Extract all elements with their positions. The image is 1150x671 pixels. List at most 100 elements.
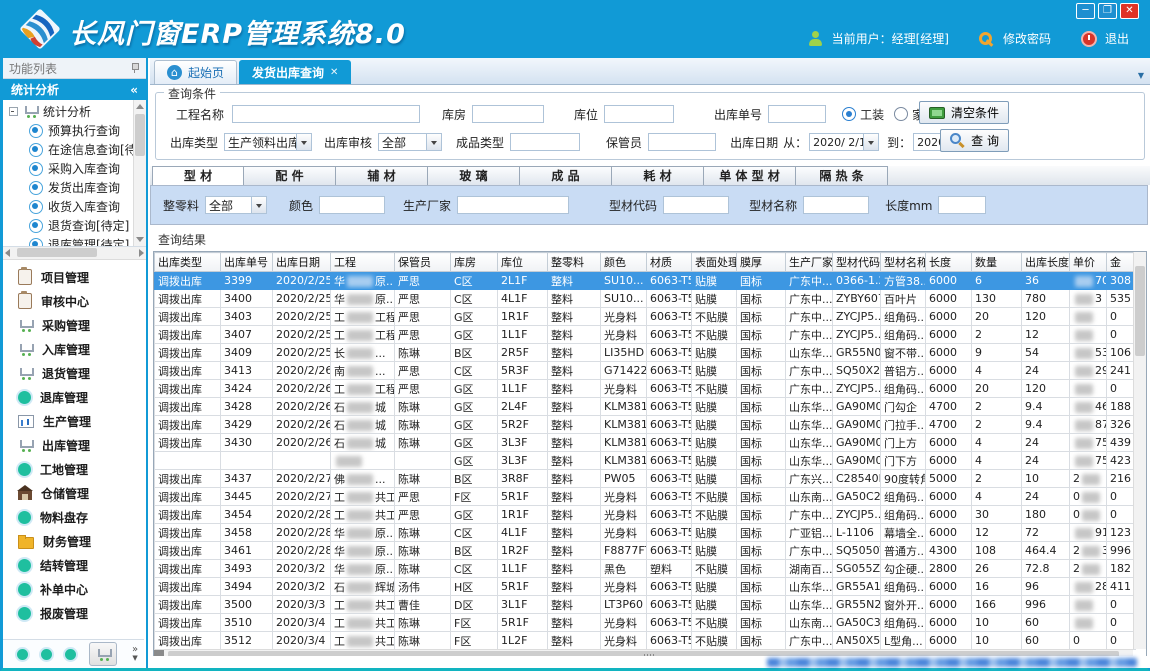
table-cell[interactable]: 华原...: [331, 560, 395, 578]
table-cell[interactable]: 整料: [548, 542, 601, 560]
table-cell[interactable]: 26: [972, 560, 1022, 578]
sidebar-menu-item[interactable]: 结转管理: [3, 553, 146, 577]
dropdown-arrow-icon[interactable]: [426, 134, 441, 150]
table-cell[interactable]: GA90M06.: [833, 398, 881, 416]
table-cell[interactable]: 陈琳: [395, 524, 451, 542]
search-button[interactable]: 查 询: [940, 129, 1009, 152]
table-cell[interactable]: 3L1F: [498, 596, 548, 614]
table-cell[interactable]: 3424: [221, 380, 273, 398]
column-header[interactable]: 长度: [926, 253, 972, 272]
table-cell[interactable]: G区: [451, 452, 498, 470]
scroll-thumb[interactable]: [1135, 266, 1145, 356]
nav-cart-button[interactable]: [89, 642, 117, 666]
table-cell[interactable]: 6063-T5: [647, 578, 692, 596]
column-header[interactable]: 出库单号: [221, 253, 273, 272]
table-cell[interactable]: 780: [1022, 290, 1070, 308]
table-cell[interactable]: 6063-T5: [647, 470, 692, 488]
table-cell[interactable]: 2020/3/2: [273, 578, 331, 596]
column-header[interactable]: 工程: [331, 253, 395, 272]
table-cell[interactable]: 普铝方...: [881, 362, 926, 380]
table-cell[interactable]: 3L3F: [498, 452, 548, 470]
table-cell[interactable]: 3403: [221, 308, 273, 326]
table-cell[interactable]: 4: [972, 362, 1022, 380]
table-cell[interactable]: 国标: [737, 596, 786, 614]
table-cell[interactable]: 调拨出库: [155, 416, 221, 434]
table-cell[interactable]: 工工程: [331, 326, 395, 344]
table-cell[interactable]: 整料: [548, 308, 601, 326]
table-cell[interactable]: 5000: [926, 470, 972, 488]
table-cell[interactable]: 6000: [926, 308, 972, 326]
table-cell[interactable]: 4300: [926, 542, 972, 560]
subtab[interactable]: 成 品: [520, 166, 612, 185]
table-cell[interactable]: 6063-T5: [647, 614, 692, 632]
table-cell[interactable]: 60: [1022, 632, 1070, 650]
table-cell[interactable]: 严思: [395, 488, 451, 506]
table-cell[interactable]: 2972: [1070, 362, 1107, 380]
table-cell[interactable]: 180: [1022, 506, 1070, 524]
table-cell[interactable]: 山东华...: [786, 578, 833, 596]
table-cell[interactable]: 方管38...: [881, 272, 926, 290]
table-cell[interactable]: 6063-T5: [647, 362, 692, 380]
nav-dot-icon[interactable]: [41, 649, 52, 660]
table-cell[interactable]: 537: [1070, 344, 1107, 362]
table-cell[interactable]: 广东中...: [786, 380, 833, 398]
table-cell[interactable]: 130: [972, 290, 1022, 308]
minimize-button[interactable]: ─: [1076, 3, 1095, 19]
table-cell[interactable]: 6063-T5: [647, 416, 692, 434]
table-cell[interactable]: 10: [1022, 470, 1070, 488]
table-cell[interactable]: 6000: [926, 380, 972, 398]
table-cell[interactable]: 贴膜: [692, 452, 737, 470]
table-cell[interactable]: 2L1F: [498, 272, 548, 290]
table-cell[interactable]: 石城: [331, 416, 395, 434]
table-cell[interactable]: 广亚铝...: [786, 524, 833, 542]
length-input[interactable]: [938, 196, 986, 214]
table-cell[interactable]: 1R2F: [498, 542, 548, 560]
table-cell[interactable]: 严思: [395, 272, 451, 290]
table-cell[interactable]: GA90M09.: [833, 452, 881, 470]
table-cell[interactable]: 光身料: [601, 380, 647, 398]
table-cell[interactable]: 贴膜: [692, 470, 737, 488]
sidebar-menu-item[interactable]: 报废管理: [3, 601, 146, 625]
table-cell[interactable]: 3445: [221, 488, 273, 506]
subtab[interactable]: 玻 璃: [428, 166, 520, 185]
scroll-thumb[interactable]: [135, 114, 145, 156]
table-cell[interactable]: 3461: [221, 542, 273, 560]
table-cell[interactable]: 2: [972, 470, 1022, 488]
table-cell[interactable]: 佛...: [331, 470, 395, 488]
table-cell[interactable]: F区: [451, 488, 498, 506]
table-cell[interactable]: 调拨出库: [155, 560, 221, 578]
table-cell[interactable]: 3400: [221, 290, 273, 308]
table-cell[interactable]: 国标: [737, 344, 786, 362]
table-cell[interactable]: 国标: [737, 326, 786, 344]
table-cell[interactable]: 整料: [548, 452, 601, 470]
table-cell[interactable]: 2020/2/26: [273, 362, 331, 380]
overflow-chevron[interactable]: » ▼: [132, 646, 138, 662]
table-cell[interactable]: PW05: [601, 470, 647, 488]
table-cell[interactable]: 4L1F: [498, 524, 548, 542]
table-cell[interactable]: 5R2F: [498, 416, 548, 434]
table-cell[interactable]: 188: [1107, 398, 1136, 416]
table-cell[interactable]: 2020/2/26: [273, 398, 331, 416]
table-cell[interactable]: 3: [1070, 290, 1107, 308]
table-cell[interactable]: 6000: [926, 506, 972, 524]
table-cell[interactable]: 组角码...: [881, 380, 926, 398]
table-cell[interactable]: 整料: [548, 632, 601, 650]
table-cell[interactable]: 广东中...: [786, 632, 833, 650]
table-cell[interactable]: 2020/2/26: [273, 380, 331, 398]
table-cell[interactable]: 贴膜: [692, 272, 737, 290]
table-cell[interactable]: 不贴膜: [692, 326, 737, 344]
table-cell[interactable]: 996: [1107, 542, 1136, 560]
table-cell[interactable]: L型角...: [881, 632, 926, 650]
table-cell[interactable]: 国标: [737, 578, 786, 596]
table-cell[interactable]: 16: [972, 578, 1022, 596]
table-cell[interactable]: 调拨出库: [155, 632, 221, 650]
table-cell[interactable]: 3413: [221, 362, 273, 380]
table-cell[interactable]: 贴膜: [692, 344, 737, 362]
table-cell[interactable]: C区: [451, 290, 498, 308]
table-cell[interactable]: 国标: [737, 632, 786, 650]
subtab[interactable]: 型 材: [152, 166, 244, 185]
table-cell[interactable]: 山东华...: [786, 398, 833, 416]
table-cell[interactable]: 陈琳: [395, 542, 451, 560]
table-cell[interactable]: 国标: [737, 272, 786, 290]
table-cell[interactable]: 6063-T5: [647, 542, 692, 560]
